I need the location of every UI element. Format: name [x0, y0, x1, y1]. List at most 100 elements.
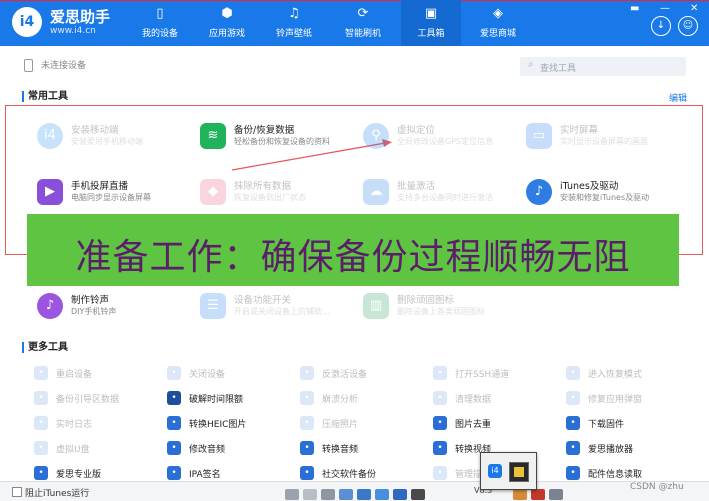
sliders-icon: ☰: [200, 293, 226, 319]
banner-text: 准备工作：确保备份过程顺畅无阻: [75, 237, 631, 278]
taskbar-app-icon[interactable]: [513, 489, 527, 500]
player-icon: •: [566, 441, 580, 455]
block-itunes-checkbox[interactable]: [12, 487, 22, 497]
screen-icon: ▭: [526, 123, 552, 149]
tool-itunes-driver[interactable]: ♪ iTunes及驱动 安装和修复iTunes及驱动: [526, 178, 696, 212]
nav-store[interactable]: ◈ 爱思商城: [468, 0, 528, 46]
taskbar-app-icon[interactable]: [411, 489, 425, 500]
more-tool-item[interactable]: • 关闭设备: [167, 365, 307, 383]
taskbar-app-icon[interactable]: [531, 489, 545, 500]
i4-tray-icon[interactable]: i4: [488, 464, 502, 478]
more-tool-label: 修复应用弹窗: [588, 395, 643, 405]
cast-screen-icon: ▶: [37, 179, 63, 205]
more-tool-item[interactable]: • 打开SSH通道: [433, 365, 573, 383]
user-icon[interactable]: ☺: [678, 16, 698, 36]
download-icon[interactable]: ↓: [651, 16, 671, 36]
nav-toolbox[interactable]: ▣ 工具箱: [401, 0, 461, 46]
more-tool-item[interactable]: • 虚拟U盘: [34, 440, 174, 458]
i4-mobile-icon: i4: [37, 123, 63, 149]
window-menu-icon[interactable]: ▬: [630, 3, 639, 14]
block-itunes-label: 阻止iTunes运行: [25, 489, 90, 499]
nav-my-device[interactable]: ▯ 我的设备: [130, 0, 190, 46]
more-tool-label: 备份引导区数据: [56, 395, 120, 405]
more-tool-label: 重启设备: [56, 370, 93, 380]
nav-ringtones-wallpapers[interactable]: ♫ 铃声壁纸: [264, 0, 324, 46]
tool-delete-icons[interactable]: ▥ 删除顽固图标 删除设备上各类顽固图标: [363, 292, 533, 326]
search-input[interactable]: ⌕ 查找工具: [520, 57, 686, 76]
more-tool-item[interactable]: • 备份引导区数据: [34, 390, 174, 408]
audio-convert-icon: •: [300, 441, 314, 455]
cloud-icon: ☁: [363, 179, 389, 205]
more-tool-label: 下载固件: [588, 420, 625, 430]
screenshot-tool-icon[interactable]: [509, 462, 529, 482]
minimize-icon[interactable]: —: [660, 3, 670, 14]
taskbar-app-icon[interactable]: [321, 489, 335, 500]
tool-backup-restore[interactable]: ≋ 备份/恢复数据 轻松备份和恢复设备的资料: [200, 122, 370, 156]
usb-icon: •: [34, 441, 48, 455]
more-tool-item[interactable]: • 反激活设备: [300, 365, 440, 383]
more-tool-item[interactable]: • 清理数据: [433, 390, 573, 408]
taskbar-app-icon[interactable]: [375, 489, 389, 500]
tool-install-mobile[interactable]: i4 安装移动端 安装爱思手机移动端: [37, 122, 207, 156]
cube-icon: ⬢: [221, 6, 233, 21]
app-url: www.i4.cn: [50, 26, 96, 36]
taskbar-app-icon[interactable]: [339, 489, 353, 500]
more-tool-item[interactable]: • 爱思播放器: [566, 440, 706, 458]
more-tool-label: 社交软件备份: [322, 470, 377, 480]
common-tools-title: 常用工具: [22, 91, 68, 102]
close-icon[interactable]: ✕: [690, 3, 698, 14]
more-tool-label: 压缩照片: [322, 420, 359, 430]
taskbar-app-icon[interactable]: [549, 489, 563, 500]
more-tool-label: 进入恢复模式: [588, 370, 643, 380]
more-tool-item[interactable]: • 修改音频: [167, 440, 307, 458]
heic-icon: •: [167, 416, 181, 430]
restart-icon: •: [34, 366, 48, 380]
more-tool-item[interactable]: • 破解时间限额: [167, 390, 307, 408]
tool-batch-activate[interactable]: ☁ 批量激活 支持多台设备同时进行激活: [363, 178, 533, 212]
taskbar-app-icon[interactable]: [357, 489, 371, 500]
tool-make-ringtone[interactable]: ♪ 制作铃声 DIY手机铃声: [37, 292, 207, 326]
boot-backup-icon: •: [34, 391, 48, 405]
taskbar-app-icon[interactable]: [393, 489, 407, 500]
ssh-icon: •: [433, 366, 447, 380]
more-tool-item[interactable]: • 下载固件: [566, 415, 706, 433]
taskbar-app-icon[interactable]: [303, 489, 317, 500]
i4-pro-icon: •: [34, 466, 48, 480]
more-tool-item[interactable]: • 修复应用弹窗: [566, 390, 706, 408]
more-tool-label: 关闭设备: [189, 370, 226, 380]
more-tool-item[interactable]: • 重启设备: [34, 365, 174, 383]
tool-virtual-location[interactable]: ⚲ 虚拟定位 全局修改设备GPS定位信息: [363, 122, 533, 156]
eraser-icon: ◆: [200, 179, 226, 205]
more-tool-label: 反激活设备: [322, 370, 368, 380]
tool-device-switches[interactable]: ☰ 设备功能开关 开启或关闭设备上的辅助...: [200, 292, 370, 326]
more-tool-label: 配件信息读取: [588, 470, 643, 480]
ipa-icon: •: [167, 466, 181, 480]
audio-edit-icon: •: [167, 441, 181, 455]
more-tool-item[interactable]: • 转换HEIC图片: [167, 415, 307, 433]
more-tool-item[interactable]: • 压缩照片: [300, 415, 440, 433]
taskbar-app-icon[interactable]: [285, 489, 299, 500]
nav-apps-games[interactable]: ⬢ 应用游戏: [197, 0, 257, 46]
more-tool-label: 图片去重: [455, 420, 492, 430]
more-tool-item[interactable]: • 实时日志: [34, 415, 174, 433]
more-tool-item[interactable]: • 崩溃分析: [300, 390, 440, 408]
watermark: CSDN @zhu: [630, 482, 684, 492]
accessory-icon: •: [566, 466, 580, 480]
more-tool-label: 崩溃分析: [322, 395, 359, 405]
more-tool-item[interactable]: • 进入恢复模式: [566, 365, 706, 383]
tool-screen-cast[interactable]: ▶ 手机投屏直播 电脑同步显示设备屏幕: [37, 178, 207, 212]
toolbox-icon: ▣: [424, 6, 438, 21]
more-tool-label: 爱思专业版: [56, 470, 102, 480]
more-tool-item[interactable]: • 转换音频: [300, 440, 440, 458]
clock-icon: •: [167, 391, 181, 405]
more-tool-item[interactable]: • 图片去重: [433, 415, 573, 433]
tool-erase-data[interactable]: ◆ 抹除所有数据 恢复设备到出厂状态: [200, 178, 370, 212]
compress-icon: •: [300, 416, 314, 430]
tool-realtime-screen[interactable]: ▭ 实时屏幕 实时显示设备屏幕的画面: [526, 122, 696, 156]
taskbar-tray-popup: i4: [480, 452, 537, 490]
more-tool-label: 打开SSH通道: [455, 370, 510, 380]
edit-button[interactable]: 编辑: [669, 91, 687, 104]
clean-icon: •: [433, 391, 447, 405]
nav-smart-flash[interactable]: ⟳ 智能刷机: [333, 0, 393, 46]
phone-icon: ▯: [156, 6, 164, 21]
